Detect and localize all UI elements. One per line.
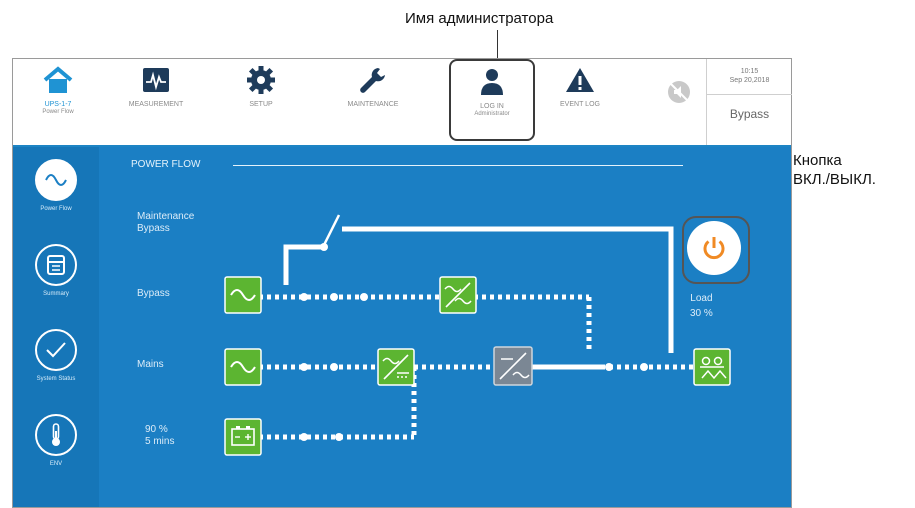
toolbar-home-label: UPS-1-7 xyxy=(44,101,72,108)
toolbar-maintenance-button[interactable]: MAINTENANCE xyxy=(328,65,418,108)
sidebar-item-label: ENV xyxy=(49,461,63,467)
wrench-icon xyxy=(360,68,385,93)
sidebar: Power Flow Summary System Status ENV xyxy=(13,147,99,507)
toolbar-measurement-label: MEASUREMENT xyxy=(128,101,184,108)
dashed-paths xyxy=(259,294,694,440)
thermometer-icon xyxy=(35,414,77,456)
sidebar-item-label: Summary xyxy=(43,291,69,297)
battery-block[interactable] xyxy=(224,418,262,456)
toolbar-login-label: LOG IN xyxy=(480,103,504,110)
power-callout-line2: ВКЛ./ВЫКЛ. xyxy=(793,171,876,188)
sidebar-item-label: Power Flow xyxy=(40,206,72,212)
clock-date: Sep 20,2018 xyxy=(729,77,770,84)
bypass-source-block[interactable] xyxy=(224,276,262,314)
toolbar-eventlog-button[interactable]: EVENT LOG xyxy=(545,65,615,108)
status-box: 10:15 Sep 20,2018 Bypass xyxy=(706,59,792,145)
toolbar-maintenance-label: MAINTENANCE xyxy=(347,101,399,108)
operating-mode: Bypass xyxy=(729,107,770,121)
sidebar-item-env[interactable]: ENV xyxy=(13,414,99,467)
load-block[interactable] xyxy=(693,348,731,386)
power-button-callout: Кнопка ВКЛ./ВЫКЛ. xyxy=(793,151,876,189)
inverter-block[interactable] xyxy=(493,346,533,386)
mute-icon xyxy=(668,81,690,103)
warning-icon xyxy=(566,68,594,92)
power-flow-panel: Power Flow Summary System Status ENV POW… xyxy=(13,147,791,507)
power-flow-diagram xyxy=(224,214,731,456)
mains-source-block[interactable] xyxy=(224,348,262,386)
clock-time: 10:15 xyxy=(740,68,759,75)
top-toolbar: UPS-1-7 Power Flow MEASUREMENT SETUP MAI… xyxy=(13,59,792,147)
bypass-switch-block[interactable] xyxy=(439,276,477,314)
summary-icon xyxy=(35,244,77,286)
sidebar-item-label: System Status xyxy=(36,376,76,382)
clock: 10:15 Sep 20,2018 xyxy=(707,61,792,95)
toolbar-home-sub: Power Flow xyxy=(42,109,74,115)
admin-callout-line xyxy=(497,30,498,60)
switch-contact xyxy=(320,243,328,251)
gear-icon xyxy=(247,66,275,94)
sidebar-item-system-status[interactable]: System Status xyxy=(13,329,99,382)
sine-wave-icon xyxy=(35,159,77,201)
toolbar-setup-label: SETUP xyxy=(249,101,273,108)
sidebar-item-power-flow[interactable]: Power Flow xyxy=(13,159,99,212)
maintenance-switch xyxy=(322,214,341,246)
rectifier-block[interactable] xyxy=(377,348,415,386)
user-icon xyxy=(481,69,503,95)
toolbar-login-sub: Administrator xyxy=(474,111,510,117)
maintenance-bypass-line xyxy=(283,226,674,353)
checkmark-icon xyxy=(35,329,77,371)
power-icon xyxy=(703,237,725,260)
admin-name-callout: Имя администратора xyxy=(405,10,554,27)
toolbar-setup-button[interactable]: SETUP xyxy=(231,65,291,108)
ups-touchscreen: UPS-1-7 Power Flow MEASUREMENT SETUP MAI… xyxy=(12,58,792,508)
measurement-icon xyxy=(143,68,169,92)
toolbar-eventlog-label: EVENT LOG xyxy=(560,101,600,108)
sidebar-item-summary[interactable]: Summary xyxy=(13,244,99,297)
home-icon xyxy=(43,66,73,93)
toolbar-measurement-button[interactable]: MEASUREMENT xyxy=(111,65,201,108)
toolbar-login-button[interactable]: LOG IN Administrator xyxy=(449,59,535,141)
mute-button[interactable] xyxy=(661,77,697,107)
power-callout-line1: Кнопка xyxy=(793,152,842,169)
toolbar-home-button[interactable]: UPS-1-7 Power Flow xyxy=(23,65,93,115)
power-button[interactable] xyxy=(687,221,741,275)
